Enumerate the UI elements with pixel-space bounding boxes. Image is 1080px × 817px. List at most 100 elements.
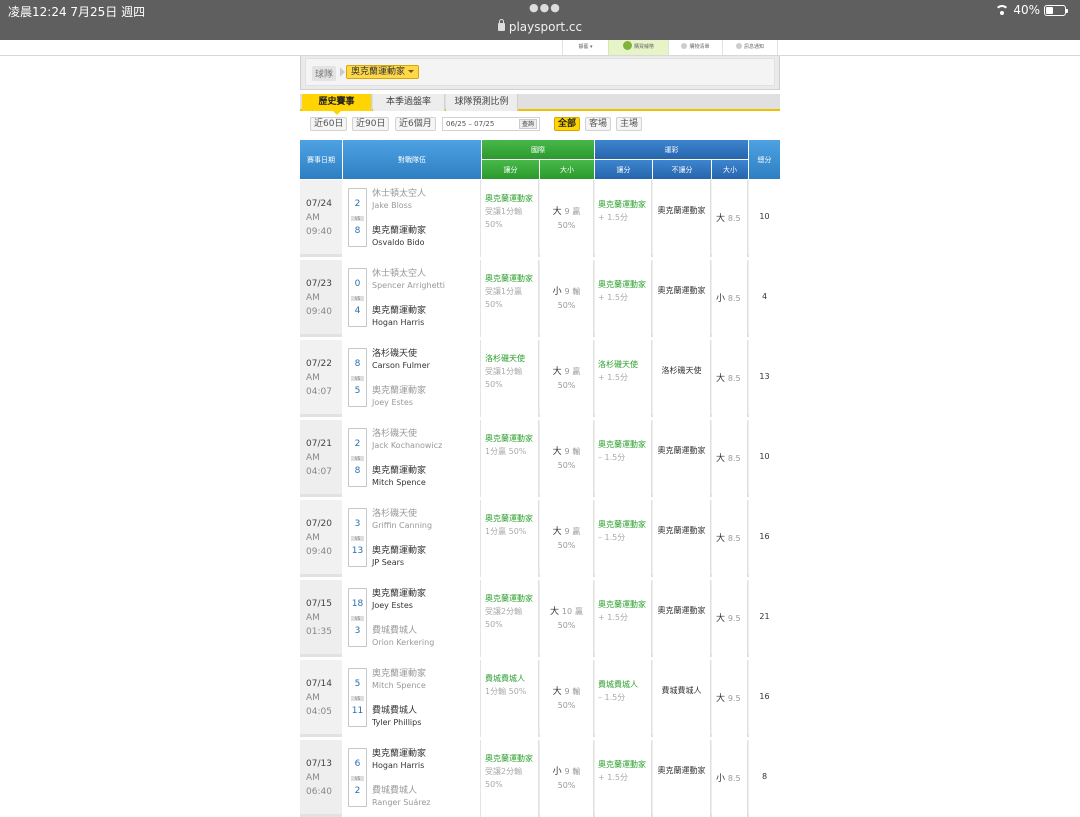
score-box: 3 VS 13 xyxy=(348,508,367,567)
sp-ou-direction: 大 xyxy=(716,454,726,464)
game-date: 07/21 AM 04:07 xyxy=(300,420,342,497)
member-menu[interactable]: 靜藝 ▾ xyxy=(562,40,608,55)
tab-history[interactable]: 歷史賽事 xyxy=(302,94,372,111)
away-team[interactable]: 休士頓太空人 Spencer Arrighetti xyxy=(372,268,445,292)
game-date: 07/20 AM 09:40 xyxy=(300,500,342,577)
team-dropdown[interactable]: 奧克蘭運動家 xyxy=(346,65,420,79)
battery-fill xyxy=(1046,6,1053,14)
sp-ou-line: 8.5 xyxy=(727,294,741,303)
intl-ou-result: 贏 xyxy=(572,367,581,376)
sp-no-spread-cell: 奧克蘭運動家 xyxy=(653,420,711,497)
sp-no-spread-cell: 洛杉磯天使 xyxy=(653,340,711,417)
home-team-name: 奧克蘭運動家 xyxy=(372,546,427,556)
away-team[interactable]: 洛杉磯天使 Carson Fulmer xyxy=(372,348,430,372)
filter-home[interactable]: 主場 xyxy=(616,117,643,131)
away-pitcher: Joey Estes xyxy=(372,601,413,610)
ampm-text: AM xyxy=(306,453,320,463)
score-box: 5 VS 11 xyxy=(348,668,367,727)
tab-season-cover-rate[interactable]: 本季過盤率 xyxy=(373,94,445,111)
total-cell: 16 xyxy=(749,660,780,737)
sp-no-spread-team: 奧克蘭運動家 xyxy=(657,606,706,615)
sp-spread-team: 洛杉磯天使 xyxy=(598,360,638,369)
total-cell: 13 xyxy=(749,340,780,417)
intl-spread-cell: 奧克蘭運動家 受讓1分贏 50% xyxy=(481,260,539,337)
intl-spread-result: 1分輸 50% xyxy=(485,687,527,696)
ampm-text: AM xyxy=(306,533,320,543)
total-score: 10 xyxy=(759,212,770,221)
filter-all[interactable]: 全部 xyxy=(554,117,581,131)
time-text: 04:07 xyxy=(306,467,332,477)
sp-spread-line: + 1.5分 xyxy=(598,293,628,302)
cart-link[interactable]: 購物清單 xyxy=(668,40,722,55)
total-cell: 4 xyxy=(749,260,780,337)
home-team[interactable]: 奧克蘭運動家 Hogan Harris xyxy=(372,305,426,329)
game-date: 07/23 AM 09:40 xyxy=(300,260,342,337)
matchup-cell: 18 VS 3 奧克蘭運動家 Joey Estes 費城費城人 Orion Kerkerin… xyxy=(342,580,481,657)
game-date: 07/13 AM 06:40 xyxy=(300,740,342,817)
home-pitcher: JP Sears xyxy=(372,558,405,567)
intl-ou-result: 輸 xyxy=(572,447,581,456)
header-matchup: 對戰隊伍 xyxy=(343,140,481,179)
sp-ou-line: 8.5 xyxy=(727,534,741,543)
intl-ou-cell: 小 9 輸 50% xyxy=(540,740,594,817)
away-team-name: 奧克蘭運動家 xyxy=(372,749,427,759)
date-range-input[interactable]: 06/25 – 07/25 查詢 xyxy=(442,117,540,131)
chevron-down-icon xyxy=(408,70,415,73)
away-team[interactable]: 奧克蘭運動家 Hogan Harris xyxy=(372,748,426,772)
sp-no-spread-team: 奧克蘭運動家 xyxy=(657,446,706,455)
intl-ou-result: 贏 xyxy=(572,207,581,216)
messages-link[interactable]: 訊息通知 xyxy=(722,40,778,55)
sp-spread-line: + 1.5分 xyxy=(598,213,628,222)
filter-90-days[interactable]: 近90日 xyxy=(352,117,390,131)
home-team-name: 奧克蘭運動家 xyxy=(372,306,427,316)
date-text: 07/24 xyxy=(306,199,332,209)
home-team[interactable]: 費城費城人 Tyler Phillips xyxy=(372,705,421,729)
ampm-text: AM xyxy=(306,613,320,623)
buy-coins-link[interactable]: 購買噱幣 xyxy=(608,40,668,55)
vs-badge: VS xyxy=(351,296,364,301)
query-button[interactable]: 查詢 xyxy=(518,119,537,129)
intl-ou-percent: 50% xyxy=(557,381,576,390)
away-team[interactable]: 洛杉磯天使 Griffin Canning xyxy=(372,508,432,532)
filter-6-months[interactable]: 近6個月 xyxy=(395,117,436,131)
score-box: 8 VS 5 xyxy=(348,348,367,407)
home-pitcher: Mitch Spence xyxy=(372,478,426,487)
more-dots-icon[interactable]: ●●● xyxy=(529,1,561,14)
total-cell: 16 xyxy=(749,500,780,577)
filter-away[interactable]: 客場 xyxy=(585,117,612,131)
sp-ou-direction: 大 xyxy=(716,614,726,624)
intl-ou-percent: 50% xyxy=(557,781,576,790)
table-row: 07/22 AM 04:07 8 VS 5 洛杉磯天使 Carson Fulmer 奧克蘭運動家… xyxy=(300,340,780,417)
home-team[interactable]: 費城費城人 Orion Kerkering xyxy=(372,625,434,649)
game-date: 07/24 AM 09:40 xyxy=(300,180,342,257)
vs-badge: VS xyxy=(351,456,364,461)
sp-spread-cell: 奧克蘭運動家 + 1.5分 xyxy=(595,180,652,257)
sp-ou-cell: 小 8.5 xyxy=(712,260,748,337)
matchup-cell: 0 VS 4 休士頓太空人 Spencer Arrighetti 奧克蘭運動家 Hogan … xyxy=(342,260,481,337)
address-bar[interactable]: playsport.cc xyxy=(0,19,1080,34)
sp-spread-team: 奧克蘭運動家 xyxy=(598,520,646,529)
intl-spread-result: 受讓1分輸 50% xyxy=(485,367,523,389)
home-team[interactable]: 奧克蘭運動家 Mitch Spence xyxy=(372,465,426,489)
intl-spread-cell: 奧克蘭運動家 1分贏 50% xyxy=(481,420,539,497)
intl-ou-direction: 大 xyxy=(552,207,562,217)
vs-badge: VS xyxy=(351,376,364,381)
away-team[interactable]: 洛杉磯天使 Jack Kochanowicz xyxy=(372,428,442,452)
time-text: 09:40 xyxy=(306,227,332,237)
home-pitcher: Hogan Harris xyxy=(372,318,425,327)
away-team[interactable]: 休士頓太空人 Jake Bloss xyxy=(372,188,426,212)
total-score: 8 xyxy=(761,772,768,781)
filter-60-days[interactable]: 近60日 xyxy=(310,117,348,131)
away-team[interactable]: 奧克蘭運動家 Mitch Spence xyxy=(372,668,426,692)
home-team[interactable]: 奧克蘭運動家 Joey Estes xyxy=(372,385,426,409)
home-team[interactable]: 費城費城人 Ranger Suárez xyxy=(372,785,430,809)
away-team[interactable]: 奧克蘭運動家 Joey Estes xyxy=(372,588,426,612)
header-sports-lottery: 運彩 xyxy=(595,140,748,159)
home-team[interactable]: 奧克蘭運動家 JP Sears xyxy=(372,545,426,569)
intl-ou-direction: 小 xyxy=(552,287,562,297)
ampm-text: AM xyxy=(306,373,320,383)
tab-prediction-ratio[interactable]: 球隊預測比例 xyxy=(446,94,518,111)
intl-ou-direction: 大 xyxy=(552,447,562,457)
home-team[interactable]: 奧克蘭運動家 Osvaldo Bido xyxy=(372,225,426,249)
game-date: 07/22 AM 04:07 xyxy=(300,340,342,417)
